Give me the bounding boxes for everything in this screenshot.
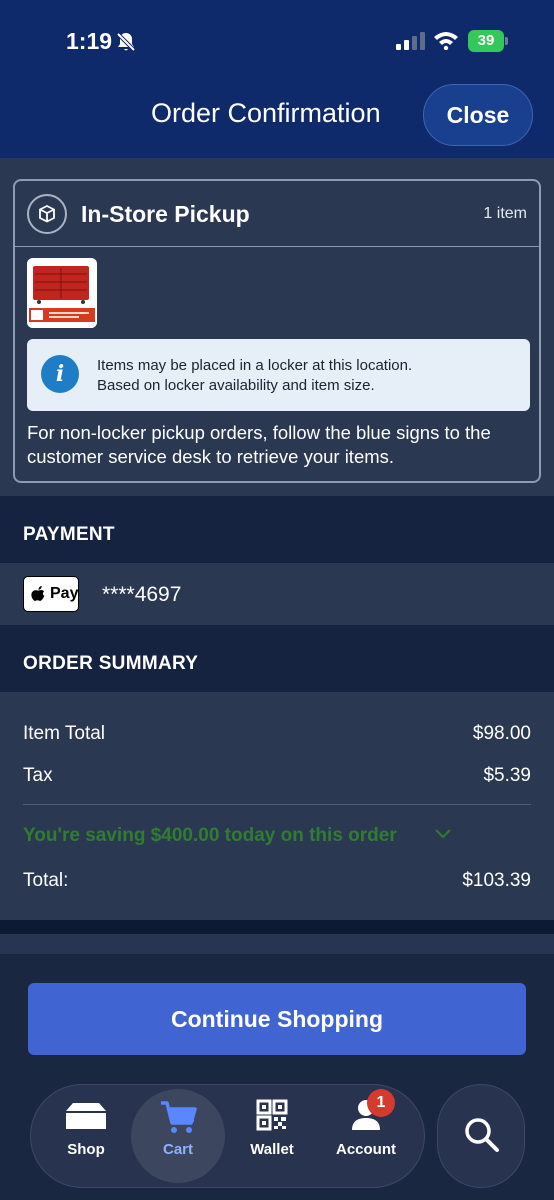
battery-icon: 39 <box>468 30 508 52</box>
cart-icon <box>161 1101 197 1133</box>
apple-icon <box>31 586 45 601</box>
notification-badge: 1 <box>367 1089 395 1117</box>
tab-label: Wallet <box>250 1141 294 1158</box>
pickup-card: In-Store Pickup 1 item i Items may be pl… <box>13 179 541 483</box>
tax-label: Tax <box>23 765 53 786</box>
signal-icon <box>396 32 425 50</box>
pickup-header: In-Store Pickup 1 item <box>15 181 539 247</box>
search-icon <box>465 1118 499 1152</box>
pickup-title: In-Store Pickup <box>81 201 250 227</box>
divider <box>23 804 531 805</box>
separator <box>0 920 554 934</box>
header: Order Confirmation Close <box>0 80 554 158</box>
status-time: 1:19 <box>66 28 113 54</box>
total-label: Total: <box>23 870 69 891</box>
total-value: $103.39 <box>462 870 531 891</box>
tax-value: $5.39 <box>483 765 531 786</box>
order-summary-heading-bar: ORDER SUMMARY <box>0 625 554 692</box>
status-bar: 1:19 39 <box>0 0 554 80</box>
wifi-icon <box>434 32 458 50</box>
item-count: 1 item <box>483 205 527 222</box>
continue-shopping-button[interactable]: Continue Shopping <box>28 983 526 1055</box>
qr-code-icon <box>256 1099 288 1131</box>
separator <box>0 934 554 954</box>
tab-shop[interactable]: Shop <box>39 1089 133 1183</box>
tab-label: Cart <box>162 1141 193 1158</box>
package-icon <box>27 194 67 234</box>
search-button[interactable] <box>437 1084 525 1188</box>
store-icon <box>66 1103 106 1129</box>
item-total-label: Item Total <box>23 723 106 744</box>
tab-cart[interactable]: Cart <box>131 1089 225 1183</box>
locker-info-text: Items may be placed in a locker at this … <box>97 357 413 394</box>
payment-heading: PAYMENT <box>23 524 115 545</box>
locker-info-banner: i Items may be placed in a locker at thi… <box>27 339 530 411</box>
tab-wallet[interactable]: Wallet <box>225 1089 319 1183</box>
pickup-instructions: For non-locker pickup orders, follow the… <box>27 422 491 467</box>
item-total-value: $98.00 <box>472 723 531 744</box>
savings-toggle[interactable]: You're saving $400.00 today on this orde… <box>23 825 397 847</box>
payment-method-row: Pay ****4697 <box>0 563 554 625</box>
tab-label: Shop <box>67 1141 105 1158</box>
tab-account[interactable]: 1 Account <box>319 1089 413 1183</box>
page-title: Order Confirmation <box>151 98 381 128</box>
close-button[interactable]: Close <box>423 84 533 146</box>
battery-level: 39 <box>468 30 504 52</box>
info-icon: i <box>41 355 79 393</box>
tab-label: Account <box>336 1141 396 1158</box>
product-thumbnail[interactable] <box>27 258 97 328</box>
tab-bar: Shop Cart Wallet 1 Account <box>30 1084 425 1188</box>
bell-slash-icon <box>116 32 136 52</box>
pickup-section: In-Store Pickup 1 item i Items may be pl… <box>0 158 554 496</box>
order-summary-heading: ORDER SUMMARY <box>23 653 199 674</box>
order-summary: Item Total $98.00 Tax $5.39 You're savin… <box>0 692 554 920</box>
card-number: ****4697 <box>102 583 182 606</box>
apple-pay-badge: Pay <box>23 576 79 612</box>
chevron-down-icon[interactable] <box>434 828 452 840</box>
payment-heading-bar: PAYMENT <box>0 496 554 563</box>
bottom-area: Continue Shopping Shop Cart Wallet 1 Acc… <box>0 954 554 1200</box>
